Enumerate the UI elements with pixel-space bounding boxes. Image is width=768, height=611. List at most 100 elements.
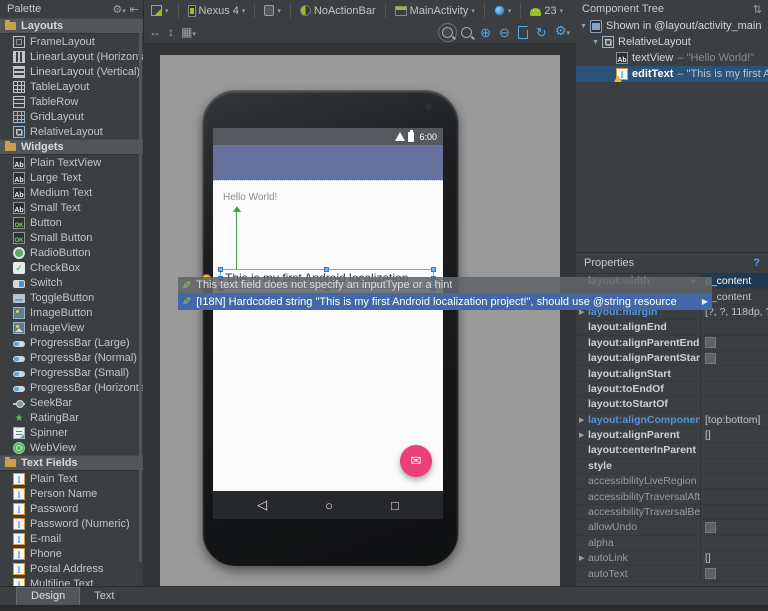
chevron-down-icon[interactable]: ▼ [580, 23, 590, 30]
tree-item[interactable]: ▼ RelativeLayout [576, 34, 768, 50]
fab-button[interactable]: ✉ [400, 445, 432, 477]
property-row[interactable]: layout:alignParentEnd [576, 335, 768, 351]
palette-item[interactable]: ImageView [0, 320, 143, 335]
settings-gear-icon[interactable]: ⚙▾ [555, 24, 570, 40]
palette-section-header[interactable]: Layouts [0, 18, 143, 34]
property-name-cell[interactable]: layout:alignParentStart [576, 351, 700, 365]
locale-selector-button[interactable]: ▾ [492, 4, 514, 17]
property-name-cell[interactable]: layout:toEndOf [576, 382, 700, 396]
editor-tab[interactable]: Text [80, 588, 128, 605]
expand-horizontal-icon[interactable]: ↔ [149, 25, 161, 39]
checkbox[interactable] [705, 521, 716, 533]
palette-item[interactable]: Small Text [0, 200, 143, 215]
property-name-cell[interactable]: allowUndo [576, 520, 700, 534]
palette-item[interactable]: ProgressBar (Horizonta [0, 380, 143, 395]
property-row[interactable]: autoText [576, 566, 768, 582]
property-name-cell[interactable]: alpha [576, 536, 700, 550]
palette-item[interactable]: Small Button [0, 230, 143, 245]
zoom-to-fit-icon[interactable] [438, 22, 458, 42]
property-row[interactable]: layout:toEndOf [576, 381, 768, 398]
palette-item[interactable]: GridLayout [0, 109, 143, 124]
design-surface[interactable]: 6:00 Hello World! This is my first Andro… [160, 55, 560, 586]
device-selector-button[interactable]: Nexus 4 ▾ [186, 4, 248, 18]
lint-warning-row[interactable]: ✎ This text field does not specify an in… [178, 277, 712, 293]
property-value-cell[interactable] [700, 397, 768, 412]
checkbox[interactable] [705, 568, 716, 580]
resize-handle[interactable] [218, 267, 223, 272]
property-value-cell[interactable] [700, 366, 768, 381]
checkbox[interactable] [705, 337, 716, 349]
property-value-cell[interactable] [700, 566, 768, 581]
app-bar[interactable] [213, 145, 443, 180]
zoom-in-icon[interactable]: ⊕ [480, 26, 491, 39]
property-row[interactable]: layout:alignEnd [576, 320, 768, 336]
property-value-cell[interactable] [700, 320, 768, 335]
property-row[interactable]: layout:toStartOf [576, 397, 768, 413]
palette-item[interactable]: ProgressBar (Large) [0, 335, 143, 350]
palette-item[interactable]: Spinner [0, 425, 143, 440]
api-selector-button[interactable]: 23 ▾ [528, 4, 565, 18]
property-row[interactable]: accessibilityTraversalAfter [576, 489, 768, 505]
expand-arrow-icon[interactable] [579, 416, 588, 424]
palette-item[interactable]: RadioButton [0, 245, 143, 260]
palette-item[interactable]: Password (Numeric) [0, 516, 143, 531]
palette-item[interactable]: Medium Text [0, 185, 143, 200]
property-value-cell[interactable] [700, 535, 768, 551]
palette-item[interactable]: ProgressBar (Normal) [0, 350, 143, 365]
palette-item[interactable]: RelativeLayout [0, 124, 143, 139]
property-value-cell[interactable] [700, 520, 768, 535]
property-name-cell[interactable]: layout:centerInParent [576, 443, 700, 457]
palette-item[interactable]: Large Text [0, 170, 143, 185]
property-row[interactable]: alpha [576, 535, 768, 552]
property-row[interactable]: layout:centerInParent [576, 443, 768, 459]
property-value-cell[interactable] [700, 381, 768, 397]
palette-item[interactable]: E-mail [0, 531, 143, 546]
property-name-cell[interactable]: layout:alignStart [576, 366, 700, 380]
property-row[interactable]: style [576, 458, 768, 475]
palette-item[interactable]: LinearLayout (Vertical) [0, 64, 143, 79]
palette-item[interactable]: LinearLayout (Horizonta [0, 49, 143, 64]
checkbox[interactable] [705, 352, 716, 364]
property-name-cell[interactable]: accessibilityTraversalAfter [576, 489, 700, 503]
property-name-cell[interactable]: layout:alignComponent [576, 413, 700, 427]
resize-handle[interactable] [431, 267, 436, 272]
palette-item[interactable]: TableRow [0, 94, 143, 109]
property-name-cell[interactable]: accessibilityTraversalBefore [576, 505, 700, 519]
property-row[interactable]: autoLink [] [576, 551, 768, 567]
property-value-cell[interactable] [700, 489, 768, 504]
palette-item[interactable]: WebView [0, 440, 143, 455]
property-row[interactable]: layout:alignParent [] [576, 427, 768, 444]
palette-item[interactable]: Plain TextView [0, 155, 143, 170]
palette-item[interactable]: SeekBar [0, 395, 143, 410]
orientation-button[interactable]: ▾ [262, 4, 283, 17]
property-name-cell[interactable]: layout:alignEnd [576, 320, 700, 334]
grid-view-icon[interactable]: ▦▾ [181, 25, 196, 39]
property-name-cell[interactable]: accessibilityLiveRegion [576, 474, 700, 488]
property-name-cell[interactable]: layout:alignParent [576, 428, 700, 442]
property-value-cell[interactable] [700, 504, 768, 520]
palette-item[interactable]: Multiline Text [0, 576, 143, 586]
palette-item[interactable]: Button [0, 215, 143, 230]
property-value-cell[interactable] [700, 443, 768, 458]
property-name-cell[interactable]: style [576, 459, 700, 473]
property-name-cell[interactable]: layout:alignParentEnd [576, 336, 700, 350]
property-name-cell[interactable]: autoText [576, 566, 700, 580]
zoom-actual-size-icon[interactable] [461, 26, 473, 38]
editor-tab[interactable]: Design [16, 587, 81, 605]
palette-item[interactable]: Plain Text [0, 471, 143, 486]
property-value-cell[interactable] [700, 350, 768, 366]
property-row[interactable]: layout:alignStart [576, 366, 768, 382]
palette-section-header[interactable]: Text Fields [0, 455, 143, 471]
expand-arrow-icon[interactable] [579, 554, 588, 562]
palette-item[interactable]: CheckBox [0, 260, 143, 275]
palette-item[interactable]: ToggleButton [0, 290, 143, 305]
palette-item[interactable]: Person Name [0, 486, 143, 501]
lint-i18n-row-selected[interactable]: ✎ [I18N] Hardcoded string "This is my fi… [178, 293, 712, 310]
layout-variant-button[interactable]: ▾ [149, 4, 171, 17]
property-row[interactable]: accessibilityLiveRegion [576, 474, 768, 490]
property-row[interactable]: layout:alignParentStart [576, 350, 768, 367]
property-row[interactable]: layout:alignComponent [top:bottom] [576, 412, 768, 428]
expand-arrow-icon[interactable] [579, 431, 588, 439]
chevron-down-icon[interactable]: ▼ [592, 39, 602, 46]
expand-collapse-icon[interactable]: ⇅ [753, 3, 762, 16]
